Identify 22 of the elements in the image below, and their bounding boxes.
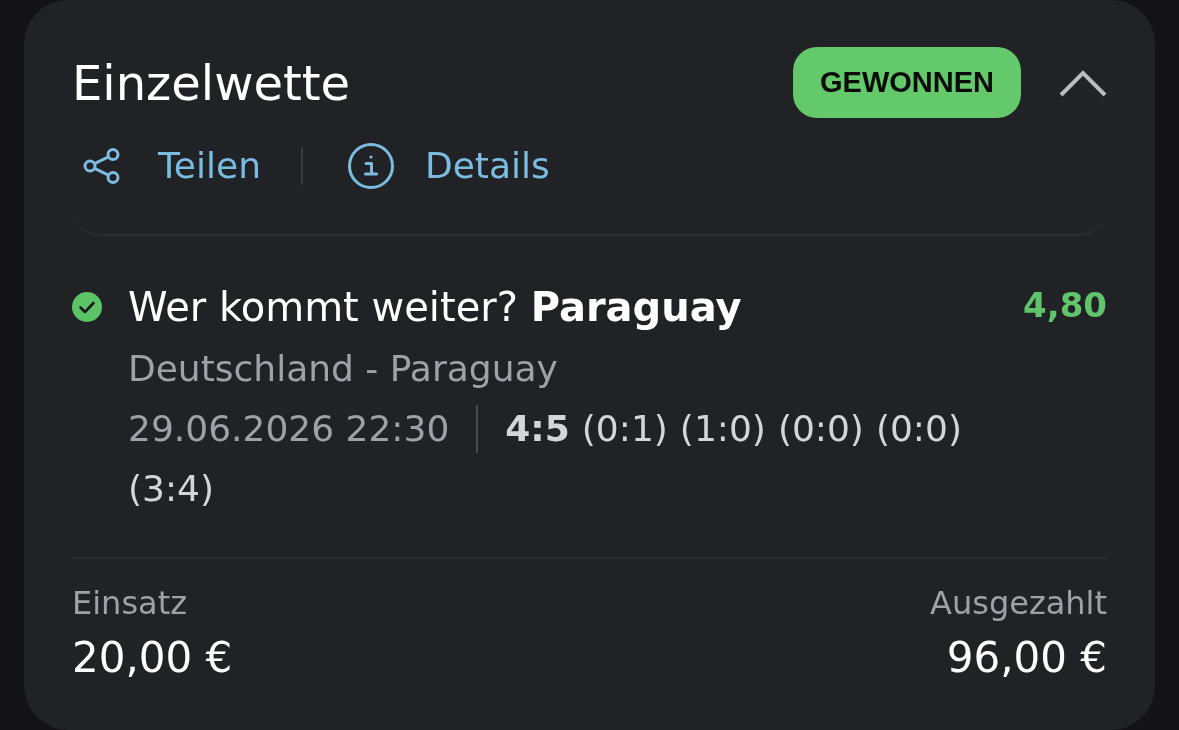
info-icon <box>348 143 394 189</box>
collapse-button[interactable] <box>1059 68 1107 97</box>
summary-label: Einsatz <box>72 585 187 621</box>
match-date: 29.06.2026 22:30 <box>128 407 450 451</box>
bet-title: Einzelwette <box>72 58 351 107</box>
period-score: (0:0) <box>777 407 864 451</box>
period-score: (0:0) <box>875 407 962 451</box>
period-score: (1:0) <box>679 407 766 451</box>
summary-label: Ausgezahlt <box>930 585 1107 621</box>
share-link[interactable]: Teilen <box>72 148 261 184</box>
final-score: 4:5 <box>505 407 570 451</box>
summary-amount: 96,00 € <box>946 634 1107 682</box>
odds-value: 4,80 <box>1023 284 1107 327</box>
market-selection: Wer kommt weiter? Paraguay <box>128 283 743 331</box>
details-link[interactable]: Details <box>348 143 550 189</box>
period-score: (0:1) <box>581 407 668 451</box>
period-score: (3:4) <box>128 467 215 511</box>
status-badge: GEWONNEN <box>793 47 1021 118</box>
share-icon <box>83 148 121 184</box>
chevron-up-icon <box>1059 68 1107 97</box>
match-name: Deutschland - Paraguay <box>128 347 558 391</box>
summary-amount: 20,00 € <box>72 634 233 682</box>
